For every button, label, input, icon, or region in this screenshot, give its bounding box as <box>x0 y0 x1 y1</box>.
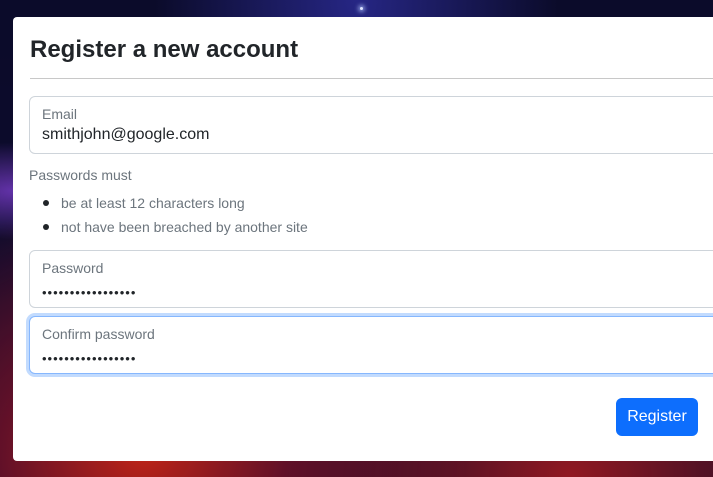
rule-text: not have been breached by another site <box>61 219 308 235</box>
email-field[interactable]: Email <box>29 96 713 154</box>
confirm-password-label: Confirm password <box>42 326 155 342</box>
email-input[interactable] <box>42 125 702 145</box>
page-title: Register a new account <box>30 36 299 63</box>
list-item: not have been breached by another site <box>29 215 308 239</box>
password-input[interactable] <box>42 283 702 303</box>
confirm-password-field[interactable]: Confirm password <box>29 316 713 374</box>
bullet-icon <box>43 200 49 206</box>
list-item: be at least 12 characters long <box>29 191 308 215</box>
register-card: Register a new account Email Passwords m… <box>13 17 713 461</box>
confirm-password-input[interactable] <box>42 349 702 369</box>
title-divider <box>30 78 713 79</box>
password-label: Password <box>42 260 104 276</box>
email-label: Email <box>42 106 78 122</box>
register-button[interactable]: Register <box>616 398 698 436</box>
password-rules-list: be at least 12 characters long not have … <box>29 191 308 239</box>
bullet-icon <box>43 224 49 230</box>
password-field[interactable]: Password <box>29 250 713 308</box>
password-rules-heading: Passwords must <box>29 167 132 183</box>
rule-text: be at least 12 characters long <box>61 195 245 211</box>
background-star <box>360 7 363 10</box>
